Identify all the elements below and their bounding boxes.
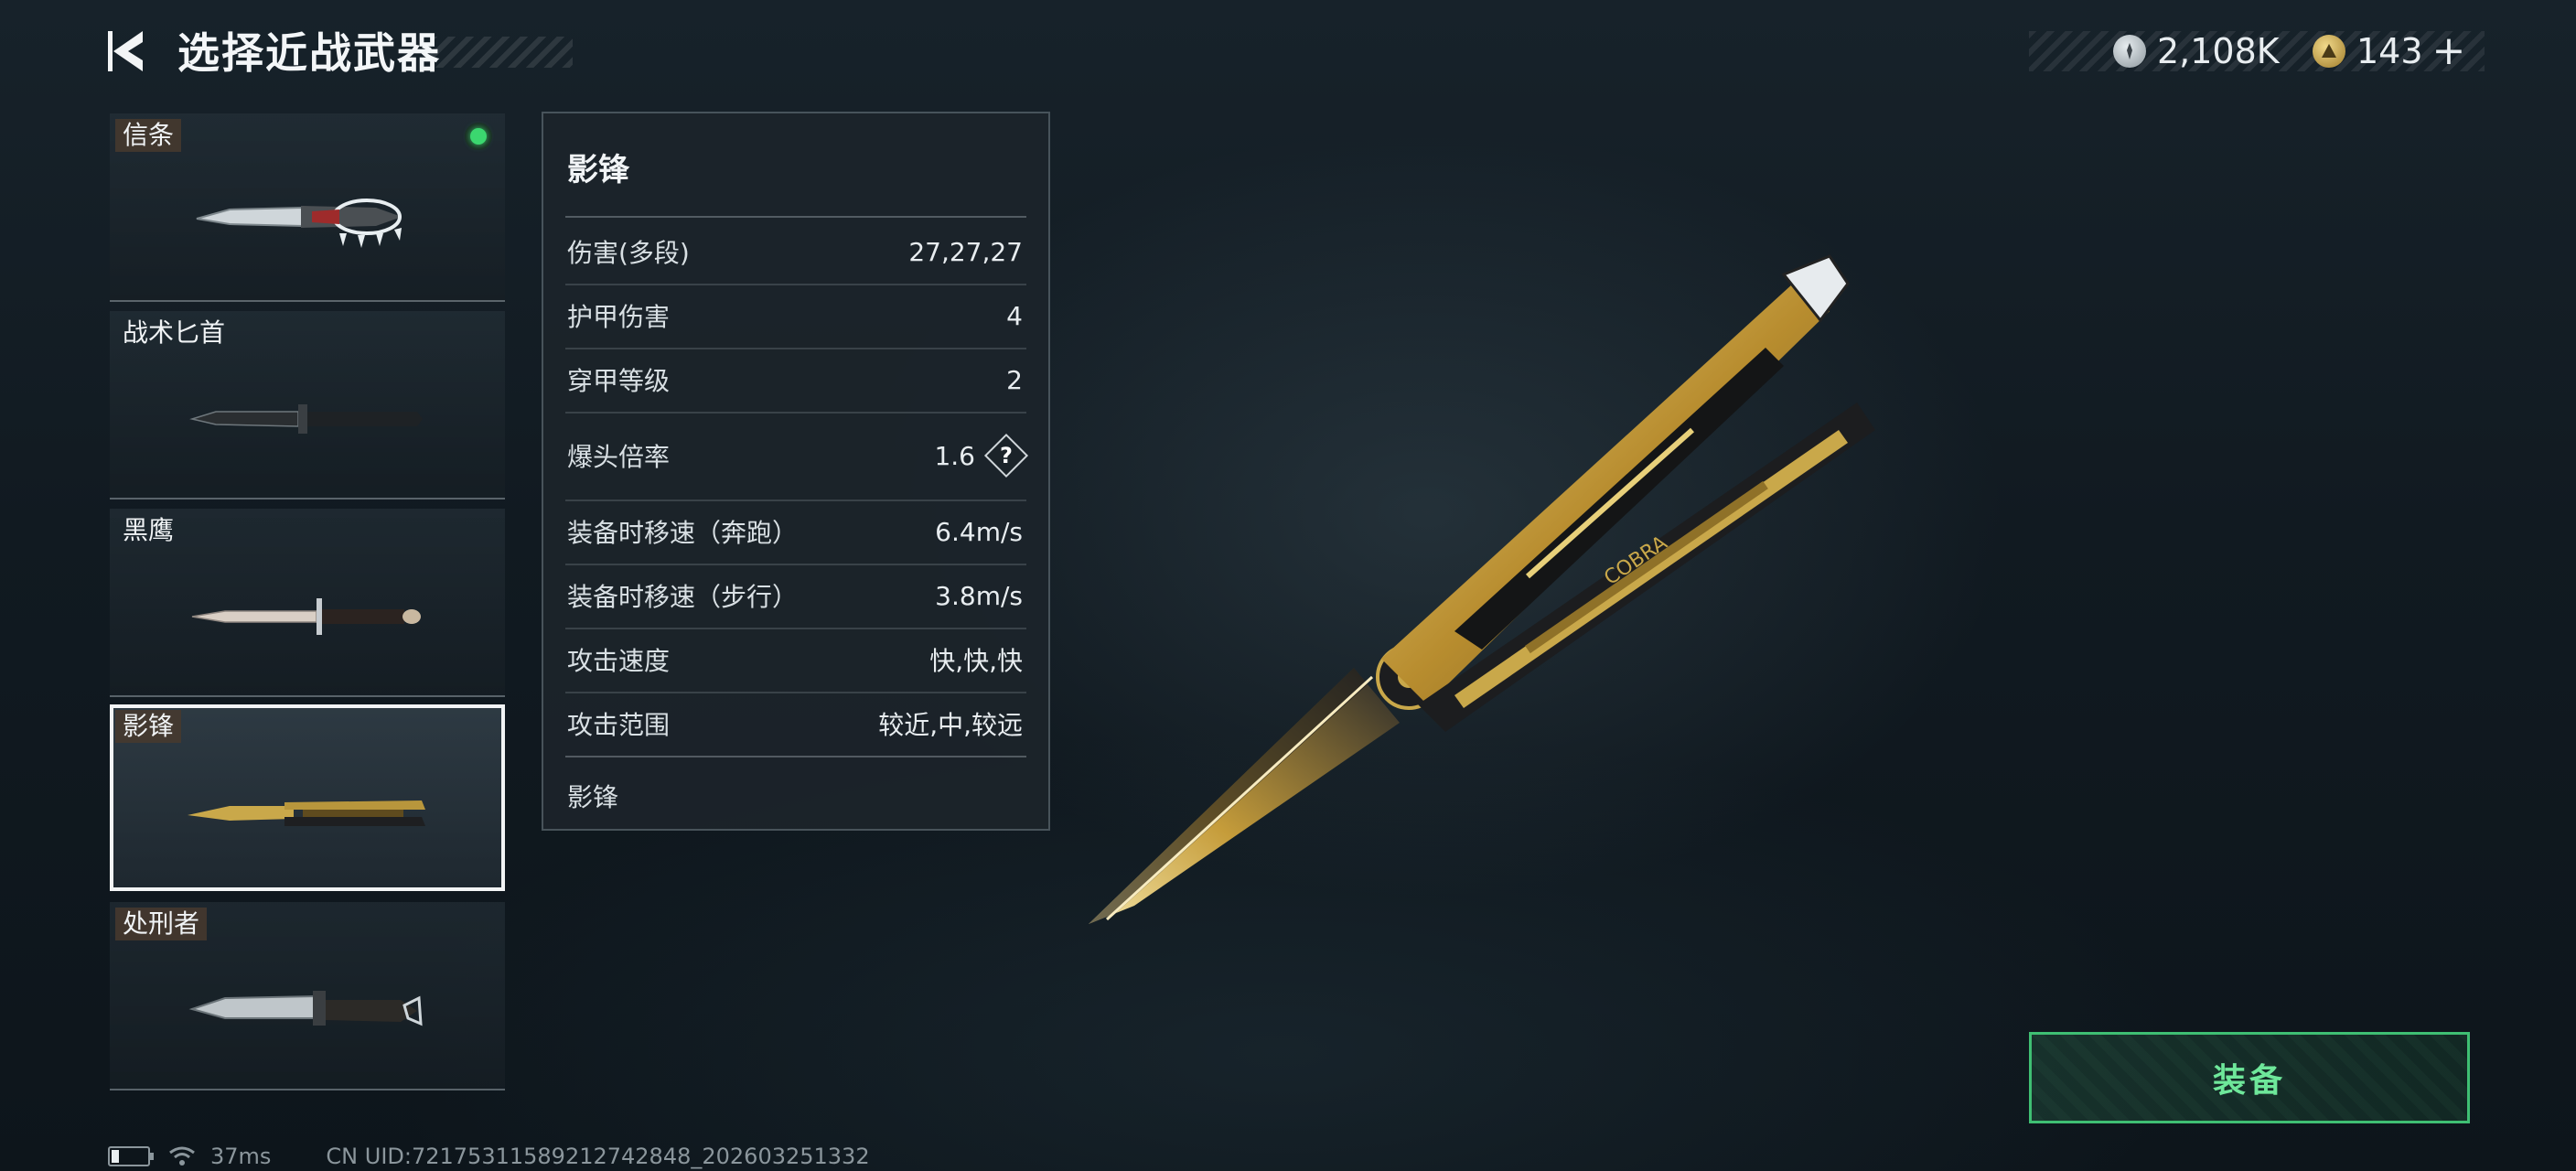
stat-name: 穿甲等级 <box>567 366 671 396</box>
weapon-stats-panel: 影锋 伤害(多段) 27,27,27 护甲伤害 4 穿甲等级 2 爆头倍率 1.… <box>542 112 1050 831</box>
status-bar: 37ms CN UID:7217531158921274284​8_202603… <box>108 1142 870 1171</box>
stat-name: 装备时移速（步行） <box>567 582 799 612</box>
uid-text: CN UID:7217531158921274284​8_20260325133… <box>326 1144 870 1169</box>
stat-row-penetration: 穿甲等级 2 <box>565 348 1026 414</box>
back-arrow-icon <box>108 31 143 71</box>
weapon-card-black-hawk[interactable]: 黑鹰 <box>110 509 505 697</box>
weapon-card-xintiao[interactable]: 信条 <box>110 113 505 302</box>
token-amount: 143 <box>2356 31 2423 71</box>
stat-name: 伤害(多段) <box>567 238 690 268</box>
weapon-name: 信条 <box>115 119 182 152</box>
stat-value: 3.8m/s <box>935 580 1023 611</box>
stat-row-attack-speed: 攻击速度 快,快,快 <box>565 628 1026 693</box>
stat-value: 4 <box>1006 300 1023 331</box>
weapon-card-yingfeng[interactable]: 影锋 <box>110 704 505 891</box>
add-currency-icon[interactable]: + <box>2432 31 2466 71</box>
stat-value: 6.4m/s <box>935 516 1023 547</box>
stat-value: 27,27,27 <box>908 236 1023 267</box>
token-icon <box>2313 35 2345 68</box>
battery-icon <box>108 1146 154 1166</box>
stat-value-group: 1.6 ? <box>934 439 1026 472</box>
stat-name: 攻击速度 <box>567 646 671 676</box>
currency-coins: 2,108K <box>2113 27 2280 75</box>
stat-row-walk-speed: 装备时移速（步行） 3.8m/s <box>565 564 1026 629</box>
stat-row-attack-range: 攻击范围 较近,中,较远 <box>565 692 1026 757</box>
weapon-name: 处刑者 <box>115 908 208 940</box>
stat-value: 2 <box>1006 364 1023 395</box>
weapon-card-executioner[interactable]: 处刑者 <box>110 902 505 1090</box>
stat-name: 装备时移速（奔跑） <box>567 518 799 548</box>
knife-icon <box>188 991 423 1026</box>
weapon-card-tactical-dagger[interactable]: 战术匕首 <box>110 311 505 500</box>
page-title: 选择近战武器 <box>177 28 441 78</box>
currency-tokens[interactable]: 143 + <box>2313 27 2465 75</box>
stats-title: 影锋 <box>567 152 629 188</box>
help-icon[interactable]: ? <box>990 439 1023 472</box>
butterfly-knife-icon <box>188 800 425 826</box>
stat-name: 爆头倍率 <box>567 442 671 472</box>
help-glyph: ? <box>1000 443 1013 468</box>
stats-footer-name: 影锋 <box>567 782 619 812</box>
stat-value: 1.6 <box>934 440 975 471</box>
equip-button[interactable]: 装备 <box>2029 1032 2470 1123</box>
coin-icon <box>2113 35 2146 68</box>
stat-row-armor-damage: 护甲伤害 4 <box>565 284 1026 349</box>
knife-icon <box>191 598 421 636</box>
wifi-icon <box>169 1146 195 1166</box>
stat-value: 较近,中,较远 <box>878 710 1023 740</box>
title-decoration <box>430 37 573 68</box>
equipped-indicator-icon <box>465 123 492 150</box>
divider <box>565 216 1026 218</box>
knife-icon <box>189 404 423 435</box>
stat-value: 快,快,快 <box>929 646 1023 676</box>
ping-text: 37ms <box>210 1144 272 1169</box>
stat-row-headshot: 爆头倍率 1.6 ? <box>565 412 1026 501</box>
stat-name: 护甲伤害 <box>567 302 671 332</box>
stat-row-run-speed: 装备时移速（奔跑） 6.4m/s <box>565 500 1026 565</box>
coin-amount: 2,108K <box>2157 31 2280 71</box>
back-button[interactable] <box>102 24 154 79</box>
weapon-name: 影锋 <box>115 710 182 743</box>
stat-row-damage: 伤害(多段) 27,27,27 <box>565 220 1026 285</box>
stat-name: 攻击范围 <box>567 710 671 740</box>
weapon-name: 战术匕首 <box>123 317 226 348</box>
knife-icon <box>196 199 402 249</box>
weapon-name: 黑鹰 <box>123 515 175 545</box>
butterfly-knife-preview: COBRA <box>1089 254 1875 924</box>
